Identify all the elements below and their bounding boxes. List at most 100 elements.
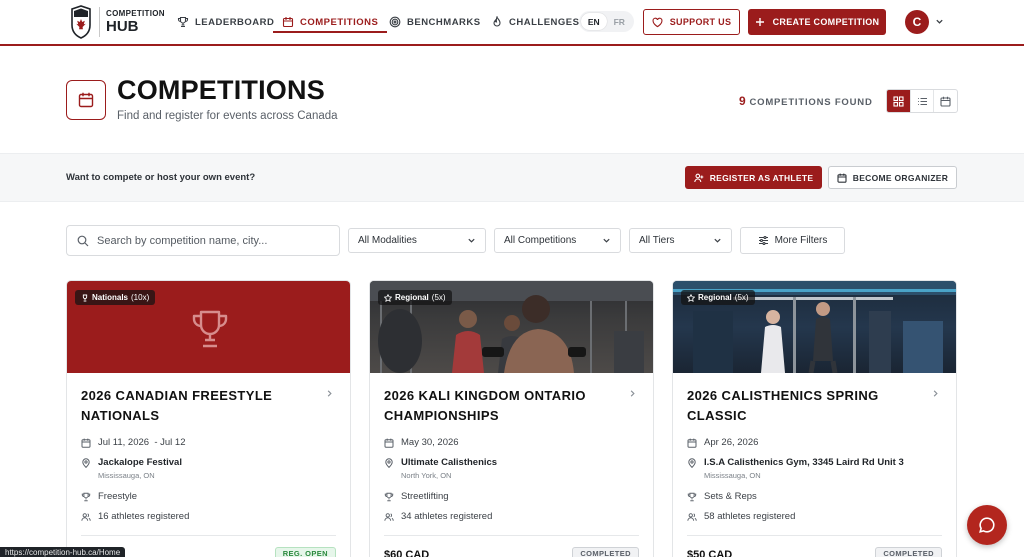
card-dates: May 30, 2026 [384, 437, 459, 448]
sliders-icon [758, 235, 768, 246]
become-organizer-label: BECOME ORGANIZER [852, 172, 949, 183]
view-toggle [886, 89, 958, 113]
chat-button[interactable] [967, 505, 1007, 545]
users-icon [687, 513, 697, 521]
nav-competitions-label: COMPETITIONS [300, 16, 379, 28]
more-filters-button[interactable]: More Filters [740, 227, 845, 254]
competition-card[interactable]: Regional (5x) 2026 KALI KINGDOM ONTARIO … [369, 280, 654, 557]
star-icon [384, 293, 392, 302]
status-badge: REG. OPEN [274, 547, 336, 557]
view-list-button[interactable] [909, 90, 934, 112]
card-athletes: 16 athletes registered [81, 511, 189, 522]
page-title: COMPETITIONS [117, 75, 325, 105]
search-input[interactable] [97, 234, 317, 247]
register-athlete-label: REGISTER AS ATHLETE [709, 172, 814, 183]
register-athlete-button[interactable]: REGISTER AS ATHLETE [685, 166, 822, 189]
user-avatar[interactable]: C [905, 10, 929, 34]
calendar-icon [384, 438, 394, 448]
card-cover-photo: Regional (5x) [370, 281, 653, 373]
card-dates-text: Apr 26, 2026 [704, 437, 759, 448]
card-cover: Nationals (10x) [67, 281, 350, 373]
card-city: North York, ON [401, 471, 452, 480]
tier-select[interactable]: All Tiers [629, 228, 732, 253]
card-modality-text: Streetlifting [401, 491, 449, 502]
page-subtitle: Find and register for events across Cana… [117, 110, 338, 122]
chevron-down-icon [714, 238, 721, 243]
modality-select-value: All Modalities [358, 235, 417, 246]
trophy-icon [81, 492, 91, 502]
status-badge: COMPLETED [572, 547, 639, 557]
modality-select[interactable]: All Modalities [348, 228, 486, 253]
card-title[interactable]: 2026 KALI KINGDOM ONTARIO CHAMPIONSHIPS [384, 386, 619, 426]
card-divider [687, 535, 942, 536]
competition-select[interactable]: All Competitions [494, 228, 621, 253]
calendar-icon [78, 92, 94, 108]
card-price: $60 CAD [384, 549, 430, 557]
nav-benchmarks[interactable]: BENCHMARKS [389, 0, 481, 44]
support-us-label: SUPPORT US [669, 17, 732, 27]
nav-challenges[interactable]: CHALLENGES [491, 0, 579, 44]
card-title[interactable]: 2026 CANADIAN FREESTYLE NATIONALS [81, 386, 316, 426]
competition-select-value: All Competitions [504, 235, 577, 246]
logo-divider [99, 7, 100, 37]
card-modality-text: Freestyle [98, 491, 138, 502]
become-organizer-button[interactable]: BECOME ORGANIZER [828, 166, 957, 189]
brand-logo[interactable]: COMPETITION HUB [70, 5, 165, 39]
trophy-icon [384, 492, 394, 502]
card-title[interactable]: 2026 CALISTHENICS SPRING CLASSIC [687, 386, 922, 426]
card-venue: Jackalope Festival [98, 457, 182, 468]
view-calendar-button[interactable] [933, 90, 957, 112]
create-competition-button[interactable]: CREATE COMPETITION [748, 9, 886, 35]
calendar-icon [81, 438, 91, 448]
chevron-down-icon[interactable] [935, 17, 944, 26]
chevron-right-icon[interactable] [325, 389, 334, 398]
lang-en[interactable]: EN [581, 13, 607, 30]
results-count-number: 9 [739, 94, 747, 108]
search-box[interactable] [66, 225, 340, 256]
chevron-right-icon[interactable] [628, 389, 637, 398]
nav-leaderboard[interactable]: LEADERBOARD [177, 0, 274, 44]
banner-text: Want to compete or host your own event? [66, 172, 256, 183]
tier-badge: Nationals (10x) [75, 290, 156, 305]
card-dates-text: Jul 11, 2026 - Jul 12 [98, 437, 186, 448]
lang-fr[interactable]: FR [607, 13, 633, 30]
card-modality: Streetlifting [384, 491, 449, 502]
results-count: 9 COMPETITIONS FOUND [739, 94, 873, 108]
heart-icon [652, 17, 663, 27]
nav-benchmarks-label: BENCHMARKS [407, 16, 481, 28]
nav-competitions[interactable]: COMPETITIONS [272, 0, 388, 44]
competition-card[interactable]: Regional (5x) 2026 CALISTHENICS SPRING C… [672, 280, 957, 557]
tier-name: Regional [698, 293, 732, 302]
target-icon [389, 16, 401, 28]
card-venue: I.S.A Calisthenics Gym, 3345 Laird Rd Un… [704, 457, 904, 468]
card-athletes: 34 athletes registered [384, 511, 492, 522]
trophy-icon [82, 294, 88, 301]
card-cover-photo: Regional (5x) [673, 281, 956, 373]
calendar-icon [687, 438, 697, 448]
view-grid-button[interactable] [887, 90, 910, 112]
trophy-icon [687, 492, 697, 502]
card-price: $50 CAD [687, 549, 733, 557]
tier-count: (5x) [431, 293, 446, 302]
status-badge: COMPLETED [875, 547, 942, 557]
card-dates: Apr 26, 2026 [687, 437, 758, 448]
trophy-icon [192, 310, 228, 348]
users-icon [384, 513, 394, 521]
trophy-icon [177, 16, 189, 28]
competition-card[interactable]: Nationals (10x) 2026 CANADIAN FREESTYLE … [66, 280, 351, 557]
card-location: Jackalope Festival Mississauga, ON [81, 457, 182, 480]
more-filters-label: More Filters [774, 235, 828, 246]
link-status-url: https://competition-hub.ca/Home [0, 547, 126, 557]
chevron-right-icon[interactable] [931, 389, 940, 398]
top-navbar: COMPETITION HUB LEADERBOARD COMPETITIONS… [0, 0, 1024, 46]
card-dates-text: May 30, 2026 [401, 437, 459, 448]
card-athletes: 58 athletes registered [687, 511, 795, 522]
card-city: Mississauga, ON [704, 471, 761, 480]
search-icon [77, 235, 89, 246]
tier-badge: Regional (5x) [681, 290, 755, 305]
support-us-button[interactable]: SUPPORT US [643, 9, 740, 35]
tier-select-value: All Tiers [639, 235, 675, 246]
chevron-down-icon [468, 238, 475, 243]
card-divider [384, 535, 639, 536]
card-athletes-text: 58 athletes registered [704, 511, 796, 522]
